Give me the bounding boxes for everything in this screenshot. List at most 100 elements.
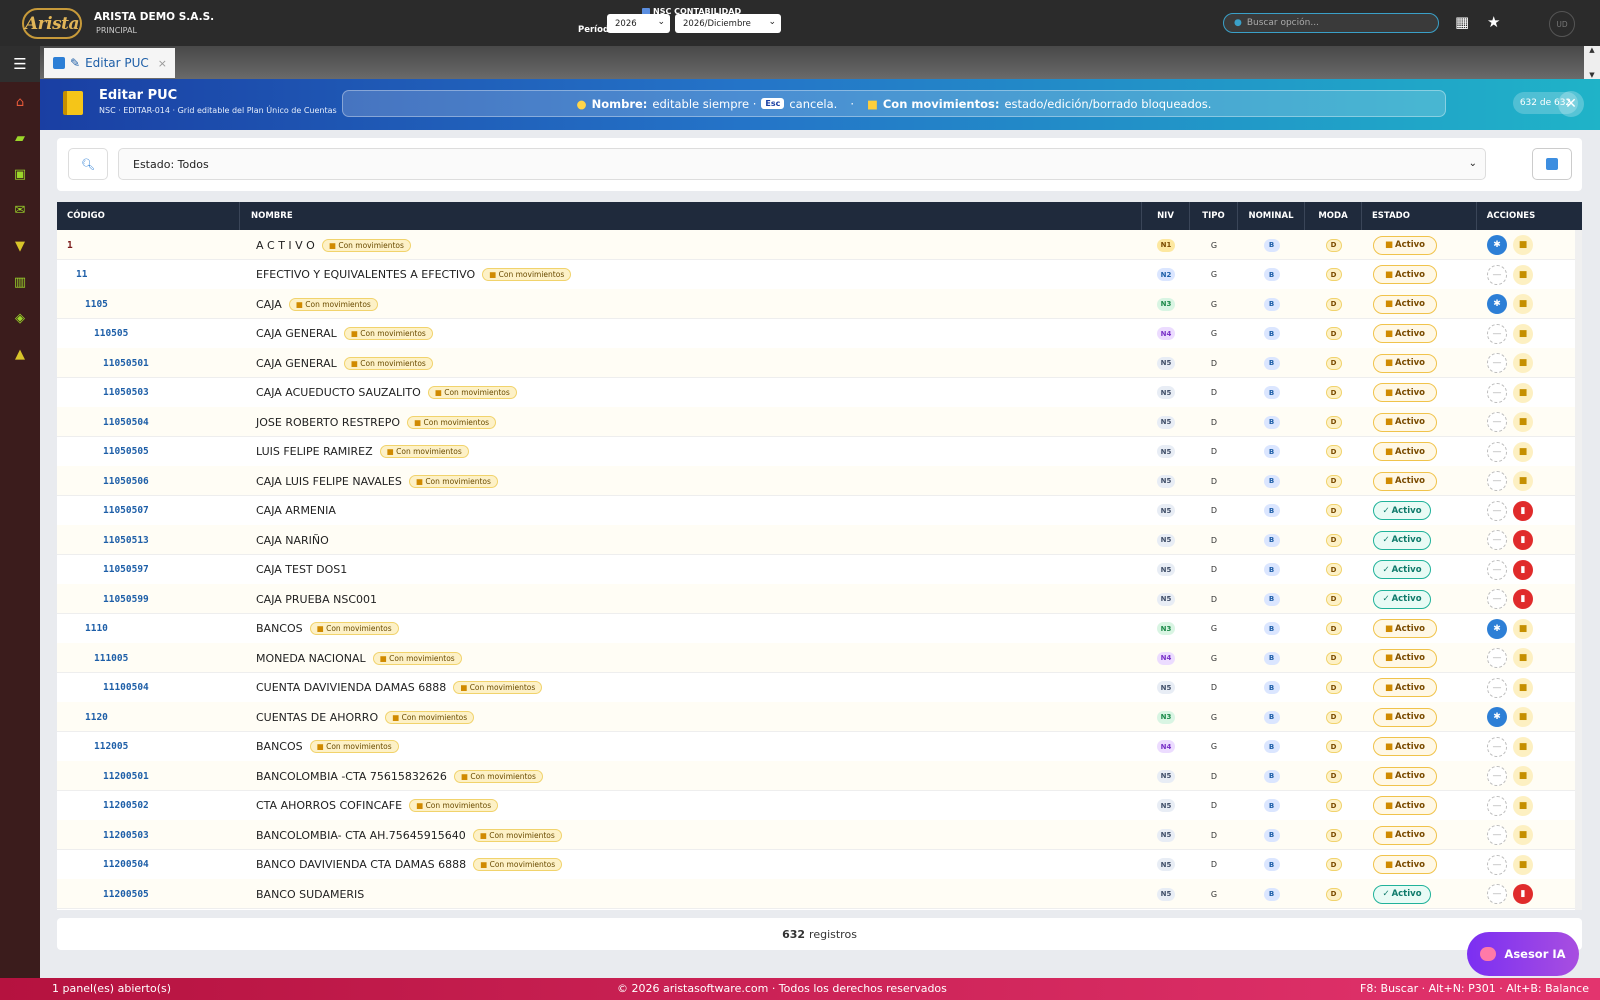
refresh-button[interactable]	[1532, 148, 1572, 180]
estado-toggle[interactable]: ✓ Activo	[1373, 501, 1431, 520]
table-row[interactable]: 11050504 JOSE ROBERTO RESTREPO ■ Con movim…	[57, 407, 1582, 437]
minus-icon[interactable]: —	[1487, 825, 1507, 845]
col-tipo[interactable]: TIPO	[1190, 202, 1238, 230]
minus-icon[interactable]: —	[1487, 677, 1507, 698]
minus-icon[interactable]: —	[1487, 559, 1507, 580]
minus-icon[interactable]: —	[1487, 500, 1507, 521]
table-row[interactable]: 11050503 CAJA ACUEDUCTO SAUZALITO ■ Con mo…	[57, 378, 1582, 408]
account-name[interactable]: CAJA TEST DOS1	[256, 563, 347, 576]
minus-icon[interactable]: —	[1487, 736, 1507, 757]
table-row[interactable]: 11200505 BANCO SUDAMERIS N5 G B D ✓ Activo — ▮	[57, 879, 1582, 909]
col-nombre[interactable]: NOMBRE	[240, 202, 1142, 230]
account-name[interactable]: CUENTAS DE AHORRO	[256, 711, 378, 724]
trash-icon[interactable]: ▮	[1513, 500, 1533, 521]
minus-icon[interactable]: —	[1487, 471, 1507, 491]
account-name[interactable]: CAJA PRUEBA NSC001	[256, 593, 377, 606]
table-row[interactable]: 11200503 BANCOLOMBIA- CTA AH.75645915640 ■…	[57, 820, 1582, 850]
star-icon[interactable]: ★	[1487, 13, 1500, 31]
minus-icon[interactable]: —	[1487, 353, 1507, 373]
account-name[interactable]: BANCOLOMBIA -CTA 75615832626	[256, 770, 447, 783]
tab-scroll-control[interactable]: ▲ ▼	[1584, 46, 1600, 79]
account-name[interactable]: CAJA GENERAL	[256, 357, 337, 370]
minus-icon[interactable]: —	[1487, 854, 1507, 875]
gear-icon[interactable]: ✱	[1487, 235, 1507, 255]
table-row[interactable]: 11200501 BANCOLOMBIA -CTA 75615832626 ■ Co…	[57, 761, 1582, 791]
col-acciones[interactable]: ACCIONES	[1477, 202, 1545, 230]
table-row[interactable]: 11 EFECTIVO Y EQUIVALENTES A EFECTIVO ■ Co…	[57, 260, 1582, 290]
table-row[interactable]: 11100504 CUENTA DAVIVIENDA DAMAS 6888 ■ Co…	[57, 673, 1582, 703]
account-name[interactable]: JOSE ROBERTO RESTREPO	[256, 416, 400, 429]
table-row[interactable]: 1120 CUENTAS DE AHORRO ■ Con movimientos N3…	[57, 702, 1582, 732]
tab-editar-puc[interactable]: ✎ Editar PUC ×	[44, 48, 175, 78]
table-row[interactable]: 11200502 CTA AHORROS COFINCAFE ■ Con movim…	[57, 791, 1582, 821]
minus-icon[interactable]: —	[1487, 382, 1507, 403]
col-codigo[interactable]: CÓDIGO	[57, 202, 240, 230]
filter-icon[interactable]: ▼	[12, 238, 28, 254]
estado-toggle[interactable]: ✓ Activo	[1373, 884, 1431, 904]
estado-toggle[interactable]: ✓ Activo	[1373, 560, 1431, 579]
account-name[interactable]: MONEDA NACIONAL	[256, 652, 366, 665]
account-name[interactable]: CAJA LUIS FELIPE NAVALES	[256, 475, 402, 488]
table-row[interactable]: 11050599 CAJA PRUEBA NSC001 N5 D B D ✓ Activo — ▮	[57, 584, 1582, 614]
account-name[interactable]: CAJA	[256, 298, 282, 311]
minus-icon[interactable]: —	[1487, 795, 1507, 816]
trash-icon[interactable]: ▮	[1513, 559, 1533, 580]
minus-icon[interactable]: —	[1487, 441, 1507, 462]
grid-scrollbar[interactable]	[1575, 230, 1582, 910]
trash-icon[interactable]: ▮	[1513, 530, 1533, 550]
estado-select[interactable]: Estado: Todos ⌄	[118, 148, 1486, 180]
table-row[interactable]: 11050501 CAJA GENERAL ■ Con movimientos N5 D…	[57, 348, 1582, 378]
col-moda[interactable]: MODA	[1305, 202, 1362, 230]
account-name[interactable]: CAJA ARMENIA	[256, 504, 336, 517]
estado-toggle[interactable]: ✓ Activo	[1373, 530, 1431, 550]
account-name[interactable]: CAJA GENERAL	[256, 327, 337, 340]
mail-icon[interactable]: ✉	[12, 202, 28, 218]
gear-icon[interactable]: ✱	[1487, 294, 1507, 314]
trash-icon[interactable]: ▮	[1513, 884, 1533, 904]
avatar[interactable]: UD	[1549, 11, 1575, 37]
grid-icon[interactable]: ▦	[1455, 13, 1469, 31]
shield-icon[interactable]: ◈	[12, 310, 28, 326]
table-row[interactable]: 11050513 CAJA NARIÑO N5 D B D ✓ Activo — ▮	[57, 525, 1582, 555]
minus-icon[interactable]: —	[1487, 766, 1507, 786]
account-name[interactable]: CTA AHORROS COFINCAFE	[256, 799, 402, 812]
menu-icon[interactable]: ☰	[0, 46, 40, 82]
year-select[interactable]: 2026 ⌄	[607, 14, 670, 33]
minus-icon[interactable]: —	[1487, 412, 1507, 432]
col-nominal[interactable]: NOMINAL	[1238, 202, 1305, 230]
col-estado[interactable]: ESTADO	[1362, 202, 1477, 230]
account-name[interactable]: BANCOS	[256, 740, 303, 753]
arrow-down-icon[interactable]: ▼	[1589, 71, 1594, 79]
account-name[interactable]: LUIS FELIPE RAMIREZ	[256, 445, 373, 458]
asesor-ia-button[interactable]: Asesor IA	[1467, 932, 1579, 976]
account-name[interactable]: BANCO DAVIVIENDA CTA DAMAS 6888	[256, 858, 466, 871]
chart-icon[interactable]: ▥	[12, 274, 28, 290]
home-icon[interactable]: ⌂	[12, 94, 28, 110]
table-row[interactable]: 1A C T I V O ■ Con movimientos N1 G B D ■ Activ…	[57, 230, 1582, 260]
box-icon[interactable]: ▣	[12, 166, 28, 182]
minus-icon[interactable]: —	[1487, 264, 1507, 285]
table-row[interactable]: 110505 CAJA GENERAL ■ Con movimientos N4 G B D…	[57, 319, 1582, 349]
account-name[interactable]: BANCOLOMBIA- CTA AH.75645915640	[256, 829, 466, 842]
account-name[interactable]: CUENTA DAVIVIENDA DAMAS 6888	[256, 681, 446, 694]
close-icon[interactable]: ✕	[1558, 91, 1584, 117]
gear-icon[interactable]: ✱	[1487, 707, 1507, 727]
search-input[interactable]: ● Buscar opción...	[1223, 13, 1439, 33]
col-niv[interactable]: NIV	[1142, 202, 1190, 230]
table-row[interactable]: 11050505 LUIS FELIPE RAMIREZ ■ Con movimie…	[57, 437, 1582, 467]
search-button[interactable]: 🔍︎	[68, 148, 108, 180]
close-icon[interactable]: ×	[158, 57, 167, 70]
table-row[interactable]: 1105 CAJA ■ Con movimientos N3 G B D ■ Activo ✱ ■	[57, 289, 1582, 319]
minus-icon[interactable]: —	[1487, 323, 1507, 344]
account-name[interactable]: EFECTIVO Y EQUIVALENTES A EFECTIVO	[256, 268, 475, 281]
minus-icon[interactable]: —	[1487, 589, 1507, 609]
account-name[interactable]: BANCOS	[256, 622, 303, 635]
gear-icon[interactable]: ✱	[1487, 618, 1507, 639]
table-row[interactable]: 11050507 CAJA ARMENIA N5 D B D ✓ Activo — ▮	[57, 496, 1582, 526]
bell-icon[interactable]: ▲	[12, 346, 28, 362]
folder-add-icon[interactable]: ▰	[12, 130, 28, 146]
table-row[interactable]: 1110 BANCOS ■ Con movimientos N3 G B D ■ Activo ✱…	[57, 614, 1582, 644]
arista-logo[interactable]: Arista	[22, 8, 82, 39]
minus-icon[interactable]: —	[1487, 884, 1507, 904]
account-name[interactable]: CAJA NARIÑO	[256, 534, 329, 547]
